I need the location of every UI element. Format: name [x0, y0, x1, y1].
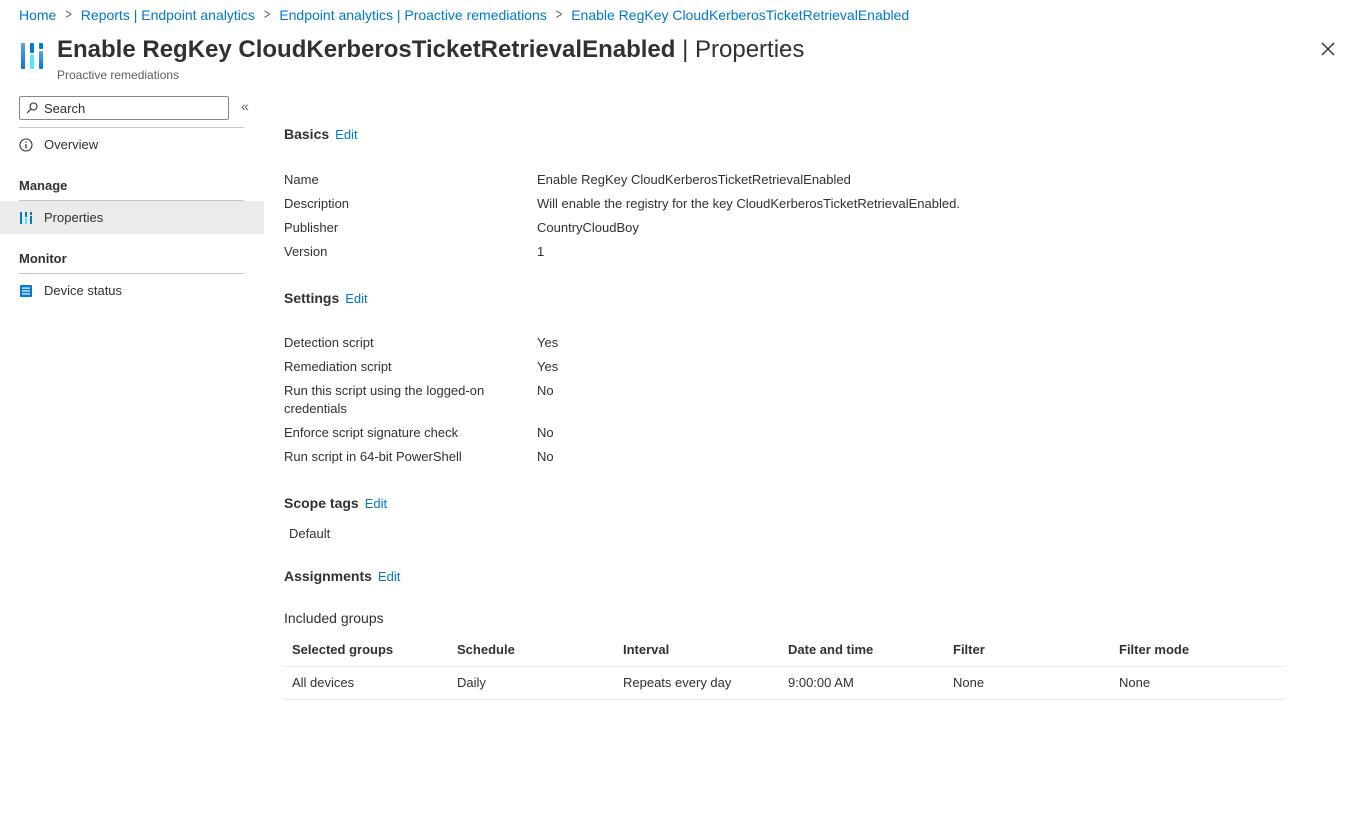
assignments-edit-link[interactable]: Edit	[378, 569, 400, 584]
breadcrumb-proactive-remediations[interactable]: Endpoint analytics | Proactive remediati…	[279, 7, 546, 23]
device-status-icon	[19, 284, 33, 298]
column-header: Selected groups	[292, 642, 394, 657]
property-label: Description	[284, 196, 350, 211]
page-title: Enable RegKey CloudKerberosTicketRetriev…	[57, 36, 804, 64]
property-value: No	[537, 449, 554, 464]
scope-tags-heading-label: Scope tags	[284, 495, 359, 511]
search-icon	[26, 102, 38, 114]
assignments-table: Selected groups Schedule Interval Date a…	[284, 634, 1284, 700]
breadcrumb-current-script[interactable]: Enable RegKey CloudKerberosTicketRetriev…	[571, 7, 909, 23]
sidebar-item-label: Properties	[44, 210, 104, 225]
property-value: Yes	[537, 359, 559, 374]
sidebar-item-label: Overview	[44, 137, 99, 152]
table-cell: 9:00:00 AM	[788, 675, 854, 690]
table-cell: None	[1119, 675, 1151, 690]
assignments-heading: Assignments Edit	[284, 568, 400, 584]
property-value: No	[537, 383, 554, 398]
included-groups-label: Included groups	[284, 610, 384, 626]
sidebar-item-device-status[interactable]: Device status	[0, 274, 264, 307]
property-value: Enable RegKey CloudKerberosTicketRetriev…	[537, 172, 851, 187]
sidebar-section-monitor: Monitor	[19, 251, 67, 266]
property-value: Yes	[537, 335, 559, 350]
page-title-separator: |	[682, 36, 689, 63]
properties-icon	[19, 211, 33, 225]
chevron-right-icon: >	[555, 7, 563, 23]
table-row[interactable]: All devices Daily Repeats every day 9:00…	[284, 667, 1284, 700]
more-options-button[interactable]: ···	[781, 38, 798, 54]
table-header-row: Selected groups Schedule Interval Date a…	[284, 634, 1284, 667]
close-icon[interactable]	[1319, 40, 1337, 58]
chevron-right-icon: >	[263, 7, 271, 23]
basics-heading: Basics Edit	[284, 126, 358, 142]
sidebar-section-manage: Manage	[19, 178, 68, 193]
column-header: Schedule	[457, 642, 515, 657]
column-header: Filter	[953, 642, 985, 657]
sidebar-item-overview[interactable]: Overview	[0, 128, 264, 161]
basics-heading-label: Basics	[284, 126, 330, 142]
property-label: Run script in 64-bit PowerShell	[284, 449, 462, 464]
sidebar-item-properties[interactable]: Properties	[0, 201, 264, 234]
info-icon	[19, 137, 33, 152]
table-cell: All devices	[292, 675, 355, 690]
property-label: Remediation script	[284, 359, 392, 374]
scope-tags-heading: Scope tags Edit	[284, 495, 387, 511]
settings-edit-link[interactable]: Edit	[345, 291, 367, 306]
column-header: Interval	[623, 642, 670, 657]
scope-tags-edit-link[interactable]: Edit	[365, 496, 387, 511]
property-label: Detection script	[284, 335, 374, 350]
scope-tag-value: Default	[289, 526, 331, 541]
search-box[interactable]	[19, 96, 229, 120]
table-cell: None	[953, 675, 985, 690]
table-cell: Daily	[457, 675, 486, 690]
settings-heading-label: Settings	[284, 290, 340, 306]
property-value: 1	[537, 244, 545, 259]
breadcrumb-reports-endpoint-analytics[interactable]: Reports | Endpoint analytics	[81, 7, 255, 23]
property-label: Name	[284, 172, 319, 187]
search-input[interactable]	[44, 100, 214, 116]
table-cell: Repeats every day	[623, 675, 732, 690]
remediations-icon	[21, 43, 43, 69]
sidebar-item-label: Device status	[44, 283, 123, 298]
breadcrumb: Home > Reports | Endpoint analytics > En…	[19, 7, 909, 23]
property-value: Will enable the registry for the key Clo…	[537, 196, 960, 211]
chevron-right-icon: >	[65, 7, 72, 23]
assignments-heading-label: Assignments	[284, 568, 372, 584]
collapse-sidebar-button[interactable]: «	[241, 98, 249, 114]
property-value: No	[537, 425, 554, 440]
property-label: Version	[284, 244, 328, 259]
settings-heading: Settings Edit	[284, 290, 368, 306]
page-title-name: Enable RegKey CloudKerberosTicketRetriev…	[57, 36, 676, 63]
property-label: Run this script using the logged-on cred…	[284, 383, 485, 416]
property-label: Publisher	[284, 220, 339, 235]
breadcrumb-home[interactable]: Home	[19, 7, 56, 23]
property-value: CountryCloudBoy	[537, 220, 639, 235]
property-label: Enforce script signature check	[284, 425, 459, 440]
column-header: Filter mode	[1119, 642, 1190, 657]
column-header: Date and time	[788, 642, 874, 657]
page-subtitle: Proactive remediations	[57, 68, 180, 82]
basics-edit-link[interactable]: Edit	[335, 127, 357, 142]
page-header: Enable RegKey CloudKerberosTicketRetriev…	[19, 36, 804, 82]
